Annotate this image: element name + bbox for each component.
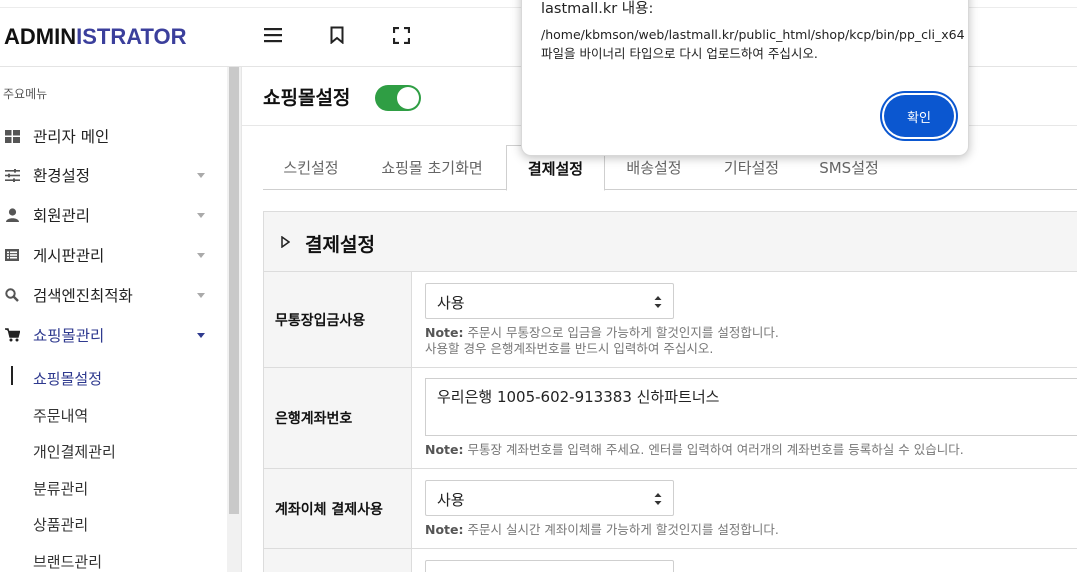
caret-down-icon bbox=[196, 210, 206, 220]
sidebar-item-boards[interactable]: 게시판관리 bbox=[0, 237, 222, 273]
row-label: 계좌이체 결제사용 bbox=[264, 469, 412, 548]
settings-sliders-icon bbox=[4, 167, 20, 183]
row-note: Note: 주문시 실시간 계좌이체를 가능하게 할것인지를 설정합니다. bbox=[425, 522, 779, 538]
tab-skin[interactable]: 스킨설정 bbox=[263, 145, 359, 190]
sidebar-item-shop[interactable]: 쇼핑몰관리 bbox=[0, 317, 222, 353]
expand-triangle-icon bbox=[281, 235, 291, 249]
note-text: 무통장 계좌번호를 입력해 주세요. 엔터를 입력하여 여러개의 계좌번호를 등… bbox=[463, 442, 964, 457]
row-account-transfer: 계좌이체 결제사용 사용 Note: 주문시 실시간 계좌이체를 가능하게 할것… bbox=[264, 469, 1077, 549]
dialog-confirm-button[interactable]: 확인 bbox=[884, 95, 954, 137]
sidebar-item-label: 쇼핑몰관리 bbox=[33, 327, 105, 345]
brand-logo[interactable]: ADMINISTRATOR bbox=[4, 24, 187, 50]
submenu-item-products[interactable]: 상품관리 bbox=[0, 509, 222, 539]
caret-down-icon bbox=[196, 170, 206, 180]
sidebar-item-label: 관리자 메인 bbox=[33, 128, 110, 146]
brand-part-1: ADMIN bbox=[4, 24, 77, 49]
bank-deposit-select[interactable]: 사용 bbox=[425, 283, 674, 319]
caret-down-icon bbox=[196, 290, 206, 300]
note-prefix: Note: bbox=[425, 325, 464, 340]
submenu-item-categories[interactable]: 분류관리 bbox=[0, 473, 222, 503]
submenu-item-label: 주문내역 bbox=[33, 407, 89, 425]
submenu-item-label: 개인결제관리 bbox=[33, 443, 116, 461]
submenu-item-shop-settings[interactable]: 쇼핑몰설정 bbox=[0, 363, 222, 393]
row-bank-deposit: 무통장입금사용 사용 Note: 주문시 무통장으로 입금을 가능하게 할것인지… bbox=[264, 272, 1077, 368]
submenu-item-personal-payment[interactable]: 개인결제관리 bbox=[0, 436, 222, 466]
shop-enable-toggle[interactable] bbox=[375, 85, 421, 111]
dashboard-icon bbox=[4, 128, 20, 144]
caret-down-icon bbox=[196, 330, 206, 340]
search-icon bbox=[4, 287, 20, 303]
dialog-message: /home/kbmson/web/lastmall.kr/public_html… bbox=[541, 25, 965, 63]
row-next-setting: 사용 bbox=[264, 549, 1077, 572]
sidebar-scrollbar-thumb[interactable] bbox=[229, 67, 239, 514]
note-prefix: Note: bbox=[425, 442, 464, 457]
tab-shop-home[interactable]: 쇼핑몰 초기화면 bbox=[359, 145, 505, 190]
row-label bbox=[264, 549, 412, 572]
submenu-item-brands[interactable]: 브랜드관리 bbox=[0, 546, 222, 572]
note-prefix: Note: bbox=[425, 522, 464, 537]
cart-icon bbox=[4, 327, 20, 343]
sidebar-item-settings[interactable]: 환경설정 bbox=[0, 157, 222, 193]
panel-header[interactable]: 결제설정 bbox=[264, 212, 1077, 272]
row-bank-account: 은행계좌번호 우리은행 1005-602-913383 신하파트너스 Note:… bbox=[264, 368, 1077, 469]
sidebar-item-seo[interactable]: 검색엔진최적화 bbox=[0, 277, 222, 313]
user-icon bbox=[4, 207, 20, 223]
alert-dialog: lastmall.kr 내용: /home/kbmson/web/lastmal… bbox=[521, 0, 969, 156]
select-value: 사용 bbox=[437, 491, 465, 509]
dialog-message-line-1: /home/kbmson/web/lastmall.kr/public_html… bbox=[541, 27, 965, 42]
toggle-knob bbox=[397, 87, 419, 109]
sidebar-scrollbar[interactable] bbox=[227, 67, 241, 572]
row-note: Note: 무통장 계좌번호를 입력해 주세요. 엔터를 입력하여 여러개의 계… bbox=[425, 442, 964, 458]
sidebar-heading: 주요메뉴 bbox=[3, 87, 48, 101]
sidebar-item-label: 회원관리 bbox=[33, 207, 91, 225]
dialog-title: lastmall.kr 내용: bbox=[541, 1, 654, 17]
select-value: 사용 bbox=[437, 294, 465, 312]
submenu-item-label: 분류관리 bbox=[33, 480, 89, 498]
panel-title: 결제설정 bbox=[305, 234, 375, 256]
sidebar-item-members[interactable]: 회원관리 bbox=[0, 197, 222, 233]
sidebar-item-admin-main[interactable]: 관리자 메인 bbox=[0, 118, 222, 154]
textarea-value: 우리은행 1005-602-913383 신하파트너스 bbox=[437, 388, 720, 406]
note-text: 주문시 실시간 계좌이체를 가능하게 할것인지를 설정합니다. bbox=[463, 522, 779, 537]
brand-part-2: ISTRATOR bbox=[76, 24, 187, 49]
payment-settings-panel: 결제설정 무통장입금사용 사용 Note: 주문시 무통장으로 입금을 가능하게… bbox=[263, 211, 1077, 572]
board-list-icon bbox=[4, 247, 20, 263]
bookmark-icon[interactable] bbox=[326, 24, 348, 46]
submenu-item-label: 쇼핑몰설정 bbox=[33, 370, 103, 388]
page-title: 쇼핑몰설정 bbox=[263, 87, 351, 109]
submenu-item-label: 상품관리 bbox=[33, 516, 89, 534]
note-text-2: 사용할 경우 은행계좌번호를 반드시 입력하여 주십시오. bbox=[425, 341, 714, 356]
submenu-item-orders[interactable]: 주문내역 bbox=[0, 400, 222, 430]
note-text: 주문시 무통장으로 입금을 가능하게 할것인지를 설정합니다. bbox=[463, 325, 779, 340]
sidebar-item-label: 환경설정 bbox=[33, 167, 91, 185]
sidebar-item-label: 검색엔진최적화 bbox=[33, 287, 133, 305]
fullscreen-icon[interactable] bbox=[390, 24, 412, 46]
bank-account-textarea[interactable]: 우리은행 1005-602-913383 신하파트너스 bbox=[425, 378, 1077, 436]
account-transfer-select[interactable]: 사용 bbox=[425, 480, 674, 516]
next-setting-select[interactable]: 사용 bbox=[425, 560, 674, 572]
menu-icon[interactable] bbox=[262, 24, 284, 46]
row-label: 은행계좌번호 bbox=[264, 368, 412, 468]
select-arrows-icon bbox=[654, 493, 662, 505]
sidebar-item-label: 게시판관리 bbox=[33, 247, 105, 265]
caret-down-icon bbox=[196, 250, 206, 260]
row-note: Note: 주문시 무통장으로 입금을 가능하게 할것인지를 설정합니다. 사용… bbox=[425, 325, 779, 357]
sidebar: 주요메뉴 관리자 메인 환경설정 회원관리 게시판관리 검색엔진최적화 쇼핑몰관… bbox=[0, 67, 242, 572]
row-label: 무통장입금사용 bbox=[264, 272, 412, 367]
dialog-message-line-2: 파일을 바이너리 타입으로 다시 업로드하여 주십시오. bbox=[541, 46, 818, 61]
select-arrows-icon bbox=[654, 296, 662, 308]
submenu-item-label: 브랜드관리 bbox=[33, 553, 103, 571]
